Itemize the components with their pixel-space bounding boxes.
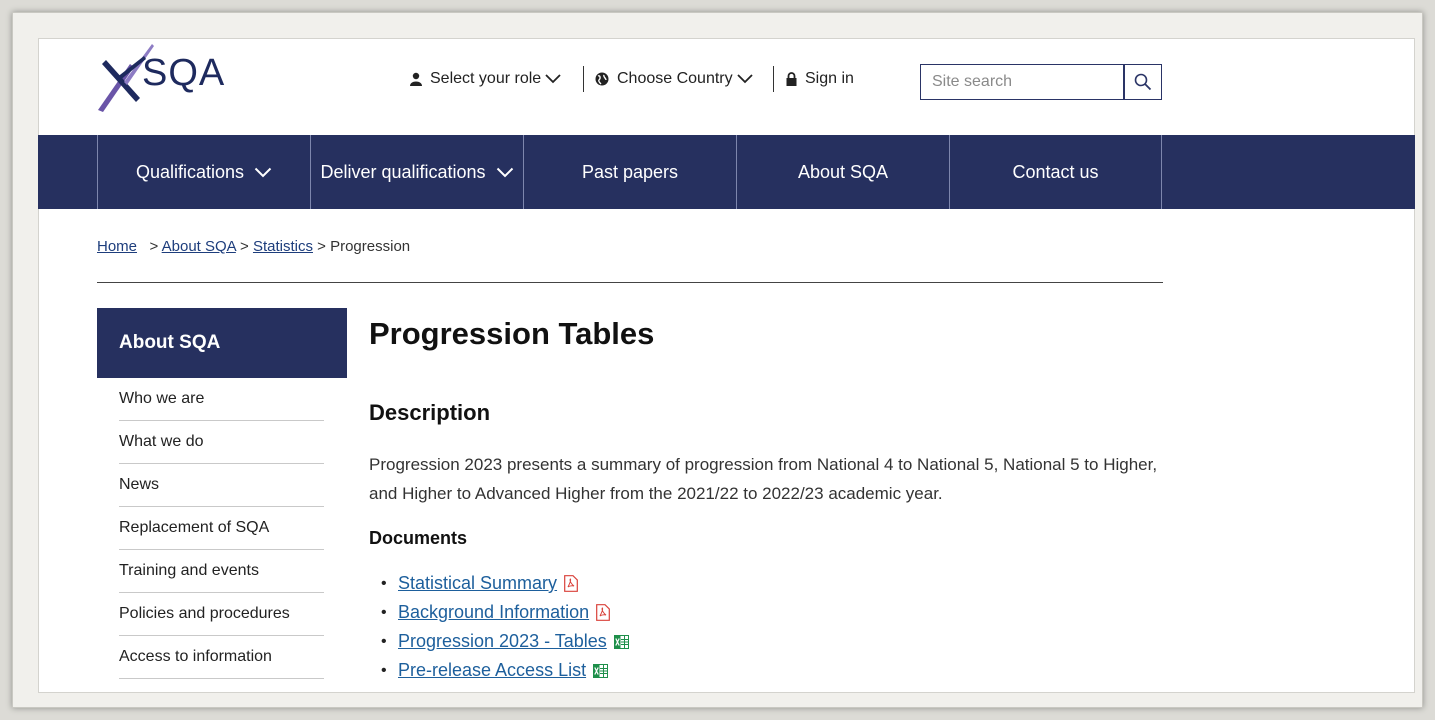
nav-label: About SQA (797, 161, 889, 182)
choose-country-menu[interactable]: Choose Country (595, 70, 753, 88)
pdf-file-icon (596, 604, 611, 621)
document-link-pre-release-access-list[interactable]: Pre-release Access List (398, 660, 586, 681)
search-button[interactable] (1124, 64, 1162, 100)
nav-contact-us[interactable]: Contact us (949, 135, 1162, 209)
excel-file-icon (613, 634, 629, 649)
breadcrumb-home[interactable]: Home (97, 238, 137, 255)
documents-list: Statistical Summary Background Informati… (381, 569, 629, 685)
main-navigation: Qualifications Deliver qualifications Pa… (38, 135, 1415, 209)
breadcrumb-separator: > (317, 238, 326, 255)
sidebar-item-replacement-of-sqa[interactable]: Replacement of SQA (119, 507, 324, 550)
excel-file-icon (593, 663, 609, 678)
breadcrumb-statistics[interactable]: Statistics (253, 238, 313, 255)
breadcrumb-separator: > (240, 238, 249, 255)
sqa-logo[interactable]: SQA (96, 42, 236, 112)
nav-label: Qualifications (135, 161, 245, 182)
list-item: Pre-release Access List (381, 656, 629, 685)
chevron-down-icon (736, 74, 753, 84)
sign-in-label: Sign in (805, 70, 854, 87)
web-page: SQA Select your role Choose Country Sign… (38, 38, 1415, 693)
breadcrumb: Home > About SQA > Statistics > Progress… (97, 238, 410, 255)
divider (583, 66, 584, 92)
divider (97, 282, 1163, 283)
sidebar-item-who-we-are[interactable]: Who we are (119, 378, 324, 421)
sidebar-menu: Who we are What we do News Replacement o… (119, 378, 324, 679)
globe-icon (595, 72, 609, 86)
sidebar-item-access-to-information[interactable]: Access to information (119, 636, 324, 679)
list-item: Background Information (381, 598, 629, 627)
nav-deliver-qualifications[interactable]: Deliver qualifications (310, 135, 523, 209)
nav-label: Deliver qualifications (320, 161, 486, 182)
breadcrumb-about-sqa[interactable]: About SQA (162, 238, 236, 255)
description-heading: Description (369, 400, 491, 425)
nav-label: Contact us (1012, 161, 1099, 182)
sidebar-item-training-and-events[interactable]: Training and events (119, 550, 324, 593)
select-role-menu[interactable]: Select your role (410, 70, 561, 88)
document-link-statistical-summary[interactable]: Statistical Summary (398, 573, 557, 594)
pdf-file-icon (564, 575, 578, 592)
list-item: Statistical Summary (381, 569, 629, 598)
search-icon (1134, 73, 1152, 91)
choose-country-label: Choose Country (617, 70, 733, 87)
select-role-label: Select your role (430, 70, 542, 87)
site-search-input[interactable]: Site search (920, 64, 1124, 100)
document-link-progression-tables[interactable]: Progression 2023 - Tables (398, 631, 607, 652)
sidebar-item-policies-and-procedures[interactable]: Policies and procedures (119, 593, 324, 636)
chevron-down-icon (496, 167, 513, 177)
nav-about-sqa[interactable]: About SQA (736, 135, 949, 209)
list-item: Progression 2023 - Tables (381, 627, 629, 656)
page-title: Progression Tables (369, 316, 655, 351)
nav-qualifications[interactable]: Qualifications (97, 135, 310, 209)
description-text: Progression 2023 presents a summary of p… (369, 455, 1158, 503)
chevron-down-icon (545, 74, 561, 84)
sidebar-heading[interactable]: About SQA (97, 308, 347, 378)
chevron-down-icon (254, 167, 272, 177)
sidebar-item-what-we-do[interactable]: What we do (119, 421, 324, 464)
documents-heading: Documents (369, 528, 468, 548)
breadcrumb-current: Progression (330, 238, 411, 255)
breadcrumb-separator: > (149, 238, 159, 255)
lock-icon (786, 72, 797, 86)
nav-label: Past papers (581, 161, 679, 182)
user-icon (410, 72, 422, 86)
document-link-background-information[interactable]: Background Information (398, 602, 589, 623)
logo-text: SQA (142, 52, 226, 94)
nav-past-papers[interactable]: Past papers (523, 135, 736, 209)
divider (773, 66, 774, 92)
sidebar-item-news[interactable]: News (119, 464, 324, 507)
sign-in-link[interactable]: Sign in (786, 70, 854, 88)
